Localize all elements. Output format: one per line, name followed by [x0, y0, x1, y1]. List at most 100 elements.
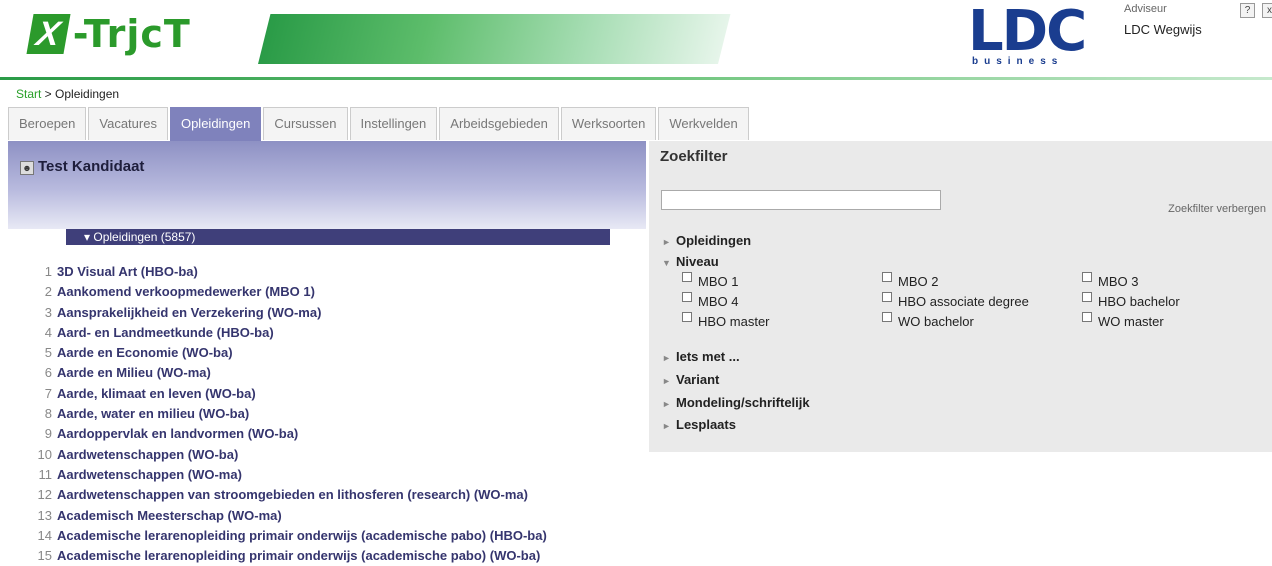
candidate-panel: ☻ Test Kandidaat: [8, 141, 646, 229]
checkbox-box[interactable]: [882, 312, 892, 322]
section-label: Opleidingen: [676, 233, 752, 248]
item-title-link[interactable]: Aardwetenschappen van stroomgebieden en …: [57, 487, 528, 502]
section-lesplaats[interactable]: ► Lesplaats: [662, 417, 736, 432]
item-title-link[interactable]: Aardoppervlak en landvormen (WO-ba): [57, 426, 298, 441]
section-variant[interactable]: ► Variant: [662, 372, 719, 387]
checkbox-wo-bachelor[interactable]: WO bachelor: [882, 312, 974, 329]
item-number: 2: [44, 284, 52, 300]
item-title-link[interactable]: Aarde, water en milieu (WO-ba): [57, 406, 249, 421]
checkbox-hbo-associate-degree[interactable]: HBO associate degree: [882, 292, 1029, 309]
item-number: 15: [37, 548, 52, 564]
item-title-link[interactable]: Academische lerarenopleiding primair ond…: [57, 528, 547, 543]
checkbox-mbo-2[interactable]: MBO 2: [882, 272, 938, 289]
list-item: 15 Academische lerarenopleiding primair o…: [20, 546, 547, 566]
list-item: 9 Aardoppervlak en landvormen (WO-ba): [20, 424, 547, 444]
section-iets-met[interactable]: ► Iets met ...: [662, 349, 740, 364]
list-item: 14 Academische lerarenopleiding primair o…: [20, 526, 547, 546]
person-icon[interactable]: ☻: [20, 161, 34, 175]
triangle-right-icon: ►: [662, 421, 671, 431]
list-item: 7 Aarde, klimaat en leven (WO-ba): [20, 384, 547, 404]
checkbox-box[interactable]: [682, 272, 692, 282]
section-niveau[interactable]: ▼ Niveau: [662, 254, 719, 269]
tab-cursussen[interactable]: Cursussen: [263, 107, 348, 140]
item-title-link[interactable]: Aansprakelijkheid en Verzekering (WO-ma): [57, 305, 321, 320]
advisor-name: LDC Wegwijs: [1124, 22, 1202, 37]
item-title-link[interactable]: Academische lerarenopleiding primair ond…: [57, 548, 540, 563]
hide-filter-link[interactable]: Zoekfilter verbergen: [1168, 203, 1266, 215]
checkbox-hbo-master[interactable]: HBO master: [682, 312, 770, 329]
item-number: 6: [44, 365, 52, 381]
list-item: 4 Aard- en Landmeetkunde (HBO-ba): [20, 323, 547, 343]
xtrjct-logo[interactable]: X -TrjcT: [26, 12, 191, 56]
item-title-link[interactable]: Aarde en Economie (WO-ba): [57, 345, 233, 360]
opleidingen-list: 1 3D Visual Art (HBO-ba) 2 Aankomend verko…: [20, 262, 547, 566]
tab-beroepen[interactable]: Beroepen: [8, 107, 87, 140]
item-title-link[interactable]: Aardwetenschappen (WO-ma): [57, 467, 242, 482]
section-opleidingen[interactable]: ► Opleidingen: [662, 233, 751, 248]
tab-werkvelden[interactable]: Werkvelden: [658, 107, 749, 140]
filter-search-input[interactable]: [661, 190, 941, 210]
item-title-link[interactable]: Aarde, klimaat en leven (WO-ba): [57, 386, 256, 401]
item-number: 5: [44, 345, 52, 361]
checkbox-box[interactable]: [882, 272, 892, 282]
logo-wordmark: -TrjcT: [72, 12, 191, 56]
list-item: 3 Aansprakelijkheid en Verzekering (WO-ma…: [20, 303, 547, 323]
item-title-link[interactable]: 3D Visual Art (HBO-ba): [57, 264, 198, 279]
breadcrumb-current: Opleidingen: [55, 87, 120, 101]
item-title-link[interactable]: Academisch Meesterschap (WO-ma): [57, 508, 282, 523]
item-number: 11: [38, 466, 53, 482]
checkbox-box[interactable]: [1082, 272, 1092, 282]
item-number: 4: [44, 324, 52, 340]
tab-instellingen[interactable]: Instellingen: [349, 107, 438, 140]
checkbox-label: MBO 4: [698, 294, 739, 309]
checkbox-hbo-bachelor[interactable]: HBO bachelor: [1082, 292, 1180, 309]
section-label: Lesplaats: [676, 417, 736, 432]
tab-werksoorten[interactable]: Werksoorten: [560, 107, 657, 140]
section-label: Iets met ...: [676, 349, 740, 364]
list-item: 12 Aardwetenschappen van stroomgebieden e…: [20, 485, 547, 505]
app-header: X -TrjcT LDC business Adviseur LDC Wegwi…: [0, 0, 1272, 78]
item-title-link[interactable]: Aard- en Landmeetkunde (HBO-ba): [57, 325, 274, 340]
logo-x-mark: X: [26, 14, 71, 54]
item-title-link[interactable]: Aarde en Milieu (WO-ma): [57, 365, 211, 380]
checkbox-mbo-1[interactable]: MBO 1: [682, 272, 738, 289]
item-title-link[interactable]: Aankomend verkoopmedewerker (MBO 1): [57, 284, 315, 299]
checkbox-mbo-3[interactable]: MBO 3: [1082, 272, 1138, 289]
checkbox-label: WO master: [1098, 314, 1164, 329]
item-number: 3: [44, 304, 52, 320]
checkbox-wo-master[interactable]: WO master: [1082, 312, 1164, 329]
triangle-right-icon: ►: [662, 376, 671, 386]
checkbox-box[interactable]: [682, 312, 692, 322]
triangle-right-icon: ►: [662, 399, 671, 409]
tab-arbeidsgebieden[interactable]: Arbeidsgebieden: [439, 107, 559, 140]
checkbox-box[interactable]: [882, 292, 892, 302]
opleidingen-list-header[interactable]: ▾ Opleidingen (5857): [66, 229, 610, 245]
close-icon[interactable]: x: [1262, 3, 1272, 18]
section-mondeling-schriftelijk[interactable]: ► Mondeling/schriftelijk: [662, 395, 810, 410]
checkbox-box[interactable]: [682, 292, 692, 302]
list-item: 10 Aardwetenschappen (WO-ba): [20, 445, 547, 465]
item-number: 12: [37, 487, 52, 503]
checkbox-mbo-4[interactable]: MBO 4: [682, 292, 738, 309]
checkbox-label: HBO bachelor: [1098, 294, 1180, 309]
tab-opleidingen[interactable]: Opleidingen: [169, 107, 262, 142]
checkbox-box[interactable]: [1082, 292, 1092, 302]
item-title-link[interactable]: Aardwetenschappen (WO-ba): [57, 447, 238, 462]
checkbox-label: MBO 3: [1098, 274, 1139, 289]
list-item: 8 Aarde, water en milieu (WO-ba): [20, 404, 547, 424]
item-number: 1: [44, 264, 52, 279]
filter-title: Zoekfilter: [660, 148, 728, 165]
section-label: Mondeling/schriftelijk: [676, 395, 810, 410]
header-divider: [0, 77, 1272, 80]
list-item: 11 Aardwetenschappen (WO-ma): [20, 465, 547, 485]
help-icon[interactable]: ?: [1240, 3, 1255, 18]
ldc-business-logo: LDC business: [968, 4, 1087, 70]
section-label: Variant: [676, 372, 720, 387]
list-item: 1 3D Visual Art (HBO-ba): [20, 262, 547, 282]
checkbox-label: HBO associate degree: [898, 294, 1029, 309]
breadcrumb-start-link[interactable]: Start: [16, 87, 41, 101]
checkbox-box[interactable]: [1082, 312, 1092, 322]
search-filter-panel: Zoekfilter Zoekfilter verbergen ► Opleidi…: [649, 141, 1272, 452]
list-item: 13 Academisch Meesterschap (WO-ma): [20, 506, 547, 526]
tab-vacatures[interactable]: Vacatures: [88, 107, 168, 140]
